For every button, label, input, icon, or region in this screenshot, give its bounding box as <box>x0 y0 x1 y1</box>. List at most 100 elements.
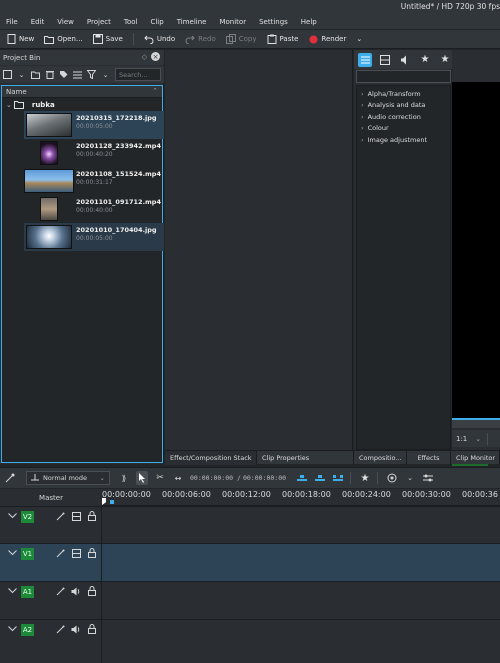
menu-view[interactable]: View <box>57 18 74 26</box>
hide-video-icon[interactable] <box>71 511 81 521</box>
timeline-position[interactable]: 00:00:00:00 <box>190 474 233 482</box>
open-button[interactable]: Open... <box>44 34 83 44</box>
insert-icon[interactable] <box>296 471 308 485</box>
tag-icon[interactable] <box>59 70 68 79</box>
menu-settings[interactable]: Settings <box>259 18 288 26</box>
render-button[interactable]: Render <box>308 34 346 44</box>
track-header[interactable]: A2 <box>0 620 102 663</box>
lock-icon[interactable] <box>87 586 97 596</box>
preview-render-icon[interactable] <box>386 471 398 485</box>
track-header[interactable]: A1 <box>0 582 102 619</box>
track-header[interactable]: V2 <box>0 507 102 543</box>
add-folder-icon[interactable] <box>31 70 40 79</box>
paste-button[interactable]: Paste <box>267 34 298 44</box>
timeline-mode-select[interactable]: Normal mode ⌄ <box>26 471 110 485</box>
collapse-chevron-icon[interactable] <box>8 513 17 521</box>
effects-search-input[interactable] <box>356 70 451 83</box>
folder-item[interactable]: ⌄ rubka <box>2 99 162 110</box>
collapse-chevron-icon[interactable] <box>8 626 17 634</box>
effects-wand-icon[interactable] <box>55 624 65 634</box>
menu-help[interactable]: Help <box>301 18 317 26</box>
hide-video-icon[interactable] <box>71 548 81 558</box>
zoom-level[interactable]: 1:1 <box>456 435 467 443</box>
track-lane[interactable] <box>103 582 500 619</box>
effect-category[interactable]: › Audio correction <box>357 111 450 123</box>
timeline-settings-icon[interactable] <box>422 471 434 485</box>
menu-project[interactable]: Project <box>87 18 111 26</box>
effects-wand-icon[interactable] <box>55 548 65 558</box>
delete-clip-icon[interactable] <box>45 70 54 79</box>
filter-icon[interactable] <box>87 70 96 79</box>
razor-tool-icon[interactable]: ✂ <box>154 471 166 485</box>
lock-icon[interactable] <box>87 548 97 558</box>
track-lane[interactable] <box>103 507 500 543</box>
menu-monitor[interactable]: Monitor <box>219 18 246 26</box>
close-panel-icon[interactable]: × <box>151 52 160 61</box>
menu-edit[interactable]: Edit <box>31 18 45 26</box>
clip-item[interactable]: 20201128_233942.mp4 00:00:40:20 <box>24 139 164 167</box>
favorite-effects-star-icon[interactable]: ★ <box>359 471 371 485</box>
undo-button[interactable]: Undo <box>144 34 175 44</box>
name-column-header[interactable]: Name ⌃ <box>2 86 162 98</box>
track-lane[interactable] <box>103 620 500 663</box>
track-label[interactable]: A2 <box>21 624 34 636</box>
track-label[interactable]: A1 <box>21 586 34 598</box>
view-mode-icon[interactable] <box>73 70 82 79</box>
clip-item[interactable]: 20210315_172218.jpg 00:00:05:00 <box>24 111 164 139</box>
track-lane[interactable] <box>103 544 500 581</box>
collapse-chevron-icon[interactable] <box>8 550 17 558</box>
redo-button[interactable]: Redo <box>185 34 216 44</box>
favorite-star-icon[interactable]: ★ <box>418 53 432 67</box>
lift-icon[interactable] <box>332 471 344 485</box>
tab-effect-composition-stack[interactable]: Effect/Composition Stack <box>165 451 257 465</box>
list-view-icon[interactable] <box>358 52 372 67</box>
monitor-ruler[interactable] <box>452 418 500 428</box>
track-tools-icon[interactable] <box>4 471 16 485</box>
lock-icon[interactable] <box>87 511 97 521</box>
spacer-tool-icon[interactable]: ↔ <box>172 471 184 485</box>
effect-category[interactable]: › Alpha/Transform <box>357 88 450 100</box>
clip-item[interactable]: 20201108_151524.mp4 00:00:31:17 <box>24 167 164 195</box>
playhead-icon[interactable] <box>102 498 106 505</box>
copy-button[interactable]: Copy <box>225 34 257 44</box>
track-label[interactable]: V1 <box>21 548 34 560</box>
custom-star-icon[interactable]: ★ <box>438 53 452 67</box>
track-label[interactable]: V2 <box>21 511 34 523</box>
lock-icon[interactable] <box>87 624 97 634</box>
render-menu-chevron-icon[interactable]: ⌄ <box>356 35 362 43</box>
add-clip-menu-icon[interactable]: ⌄ <box>17 70 26 79</box>
menu-clip[interactable]: Clip <box>150 18 163 26</box>
timeline-ruler[interactable]: 00:00:00:00 00:00:06:00 00:00:12:00 00:0… <box>102 489 500 506</box>
menu-file[interactable]: File <box>6 18 18 26</box>
preview-menu-chevron-icon[interactable]: ⌄ <box>404 471 416 485</box>
zoom-chevron-icon[interactable]: ⌄ <box>475 435 481 443</box>
add-clip-icon[interactable] <box>3 70 12 79</box>
tab-clip-properties[interactable]: Clip Properties <box>257 451 354 465</box>
save-button[interactable]: Save <box>92 34 123 44</box>
effect-category[interactable]: › Colour <box>357 123 450 135</box>
expand-chevron-icon[interactable]: ⌄ <box>6 101 12 109</box>
monitor-screen[interactable] <box>452 82 500 418</box>
new-button[interactable]: New <box>6 34 34 44</box>
bin-search-input[interactable]: Search... <box>115 68 161 81</box>
effects-wand-icon[interactable] <box>55 586 65 596</box>
select-tool-icon[interactable] <box>136 471 148 485</box>
audio-spacer-icon[interactable]: ⟫ <box>118 471 130 485</box>
menu-timeline[interactable]: Timeline <box>177 18 207 26</box>
timeline-master-header[interactable]: Master <box>0 489 102 506</box>
tab-compositions[interactable]: Compositio... <box>354 451 407 465</box>
overwrite-icon[interactable] <box>314 471 326 485</box>
clip-item[interactable]: 20201101_091712.mp4 00:00:40:00 <box>24 195 164 223</box>
effect-category[interactable]: › Analysis and data <box>357 100 450 112</box>
clip-item[interactable]: 20201010_170404.jpg 00:00:05:00 <box>24 223 164 251</box>
collapse-chevron-icon[interactable] <box>8 588 17 596</box>
track-header[interactable]: V1 <box>0 544 102 581</box>
audio-effects-icon[interactable] <box>398 53 412 67</box>
mute-audio-icon[interactable] <box>71 586 81 596</box>
mute-audio-icon[interactable] <box>71 624 81 634</box>
tab-effects[interactable]: Effects <box>407 451 451 465</box>
effect-category[interactable]: › Image adjustment <box>357 134 450 146</box>
float-panel-icon[interactable]: ◇ <box>142 53 147 61</box>
menu-tool[interactable]: Tool <box>124 18 138 26</box>
filter-menu-icon[interactable]: ⌄ <box>101 70 110 79</box>
